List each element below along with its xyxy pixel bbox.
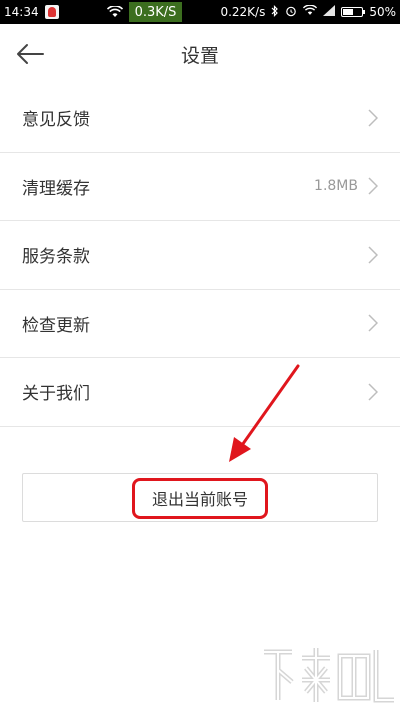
annotation-arrow-icon [229, 364, 300, 462]
watermark-logo [258, 640, 398, 710]
